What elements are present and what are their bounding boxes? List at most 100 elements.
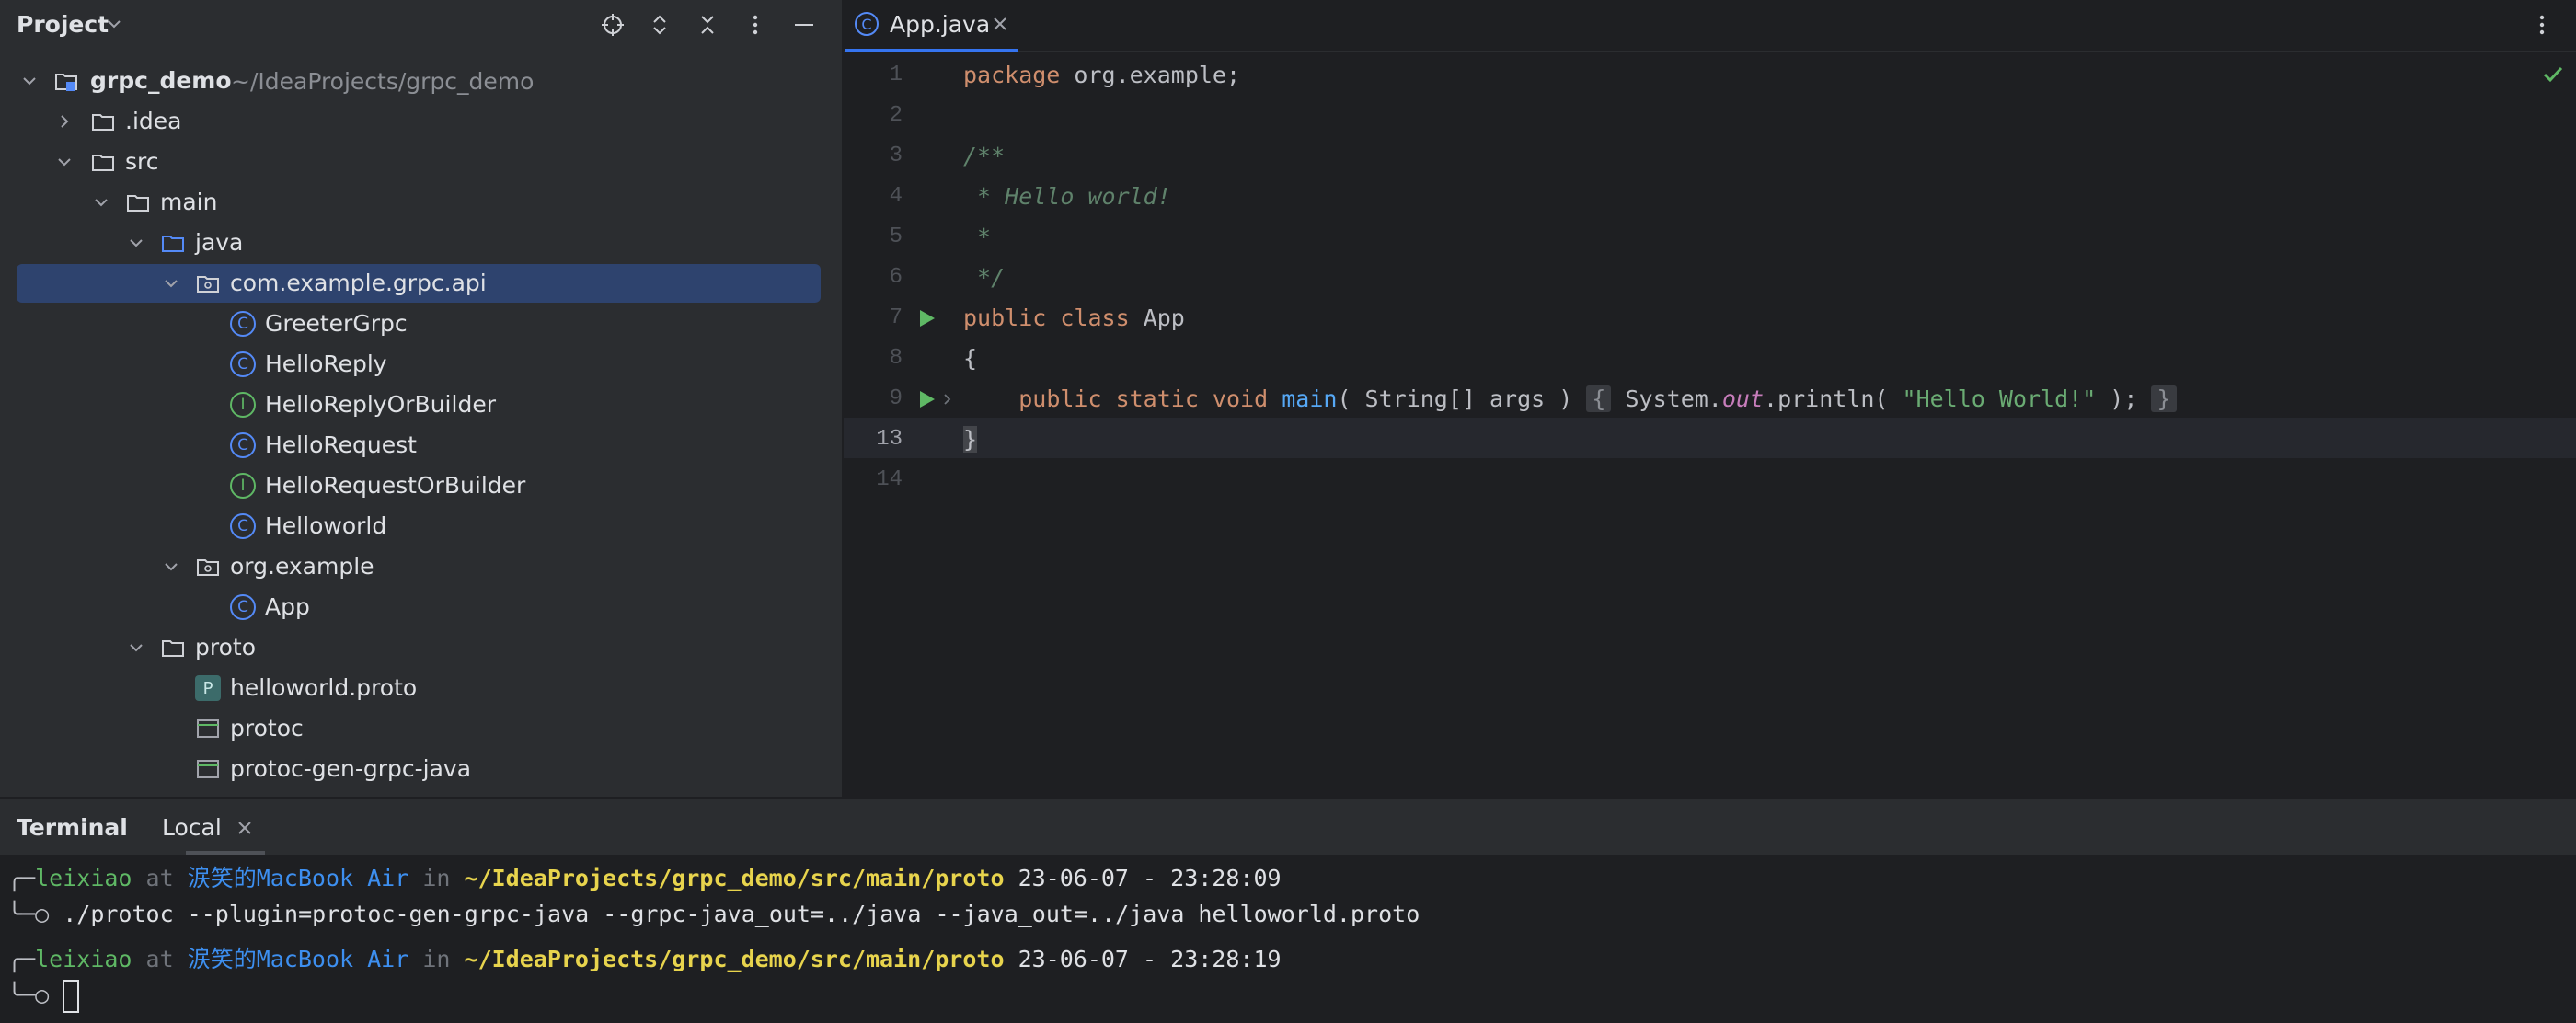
tree-item-label: .idea	[125, 108, 182, 134]
run-icon[interactable]	[915, 307, 937, 329]
editor-options-button[interactable]	[2526, 9, 2558, 40]
terminal-prompt-line: ╭─leixiao at 涙笑的MacBook Air in ~/IdeaPro…	[7, 865, 1282, 891]
tree-item-label: protoc	[230, 715, 304, 741]
tree-item-label: src	[125, 148, 159, 175]
code-line[interactable]: 3 /**	[844, 136, 2576, 177]
tree-item-app[interactable]: C App	[17, 588, 821, 626]
tree-item-main[interactable]: main	[17, 183, 821, 222]
tree-item-java[interactable]: java	[17, 224, 821, 262]
tree-item-label: helloworld.proto	[230, 674, 418, 701]
code-line[interactable]: 6 */	[844, 258, 2576, 298]
chevron-right-icon[interactable]	[53, 110, 75, 132]
tree-item-label: HelloReplyOrBuilder	[265, 391, 496, 418]
more-vertical-icon	[753, 15, 758, 35]
line-number: 1	[889, 63, 903, 87]
tab-app-java[interactable]: C App.java	[844, 0, 1018, 52]
tree-item-idea[interactable]: .idea	[17, 102, 821, 141]
tree-item-helloreply[interactable]: C HelloReply	[17, 345, 821, 384]
tree-item-grpc-demo[interactable]: grpc_demo ~/IdeaProjects/grpc_demo	[17, 62, 821, 100]
code-line[interactable]: 7 public class App	[844, 298, 2576, 339]
code-line[interactable]: 1 package org.example;	[844, 55, 2576, 96]
code-line[interactable]: 5 *	[844, 217, 2576, 258]
chevron-down-icon[interactable]	[103, 13, 125, 35]
code-line[interactable]: 2	[844, 96, 2576, 136]
tree-item-label: GreeterGrpc	[265, 310, 408, 337]
chevron-down-icon[interactable]	[160, 272, 182, 294]
line-number: 13	[876, 427, 903, 452]
code-text: }	[963, 426, 978, 453]
tree-item-helloworld[interactable]: C Helloworld	[17, 507, 821, 546]
options-menu-button[interactable]	[740, 9, 771, 40]
hide-panel-button[interactable]	[788, 9, 820, 40]
tree-item-org-example[interactable]: org.example	[17, 547, 821, 586]
tree-item-protoc[interactable]: protoc	[17, 709, 821, 748]
code-text: * Hello world!	[963, 183, 1171, 210]
tree-item-src[interactable]: src	[17, 143, 821, 181]
line-number: 7	[889, 305, 903, 330]
collapse-all-button[interactable]	[692, 9, 723, 40]
proto-file-icon: P	[195, 675, 221, 701]
code-line[interactable]: 9 public static void main( String[] args…	[844, 379, 2576, 420]
code-text: */	[963, 264, 1006, 291]
class-icon: C	[230, 594, 256, 620]
line-number: 14	[876, 467, 903, 492]
active-tab-indicator	[845, 49, 1018, 52]
tree-item-helloworld-proto[interactable]: P helloworld.proto	[17, 669, 821, 707]
line-number: 9	[889, 386, 903, 411]
class-icon: C	[230, 513, 256, 539]
chevron-down-icon[interactable]	[53, 151, 75, 173]
tree-item-com-example-grpc-api[interactable]: com.example.grpc.api	[17, 264, 821, 303]
tree-item-proto[interactable]: proto	[17, 628, 821, 667]
tree-item-protoc-gen-grpc-java[interactable]: protoc-gen-grpc-java	[17, 750, 821, 788]
terminal-cursor[interactable]	[63, 980, 80, 1013]
tree-item-hellorequest[interactable]: C HelloRequest	[17, 426, 821, 465]
terminal-input-line[interactable]: ╰─○	[7, 980, 80, 1020]
tree-item-hellorequestorbuilder[interactable]: I HelloRequestOrBuilder	[17, 466, 821, 505]
package-icon	[197, 559, 219, 576]
folder-icon	[92, 155, 114, 171]
line-number: 3	[889, 144, 903, 168]
tree-item-label: org.example	[230, 553, 374, 580]
code-editor: C App.java 1 package org.example; 2 3 /*…	[844, 0, 2576, 797]
run-icon[interactable]	[915, 388, 937, 410]
chevron-down-icon[interactable]	[160, 556, 182, 578]
code-line[interactable]: 14	[844, 460, 2576, 500]
fold-expand-icon[interactable]	[939, 391, 956, 408]
code-line[interactable]: 4 * Hello world!	[844, 177, 2576, 217]
class-icon: C	[230, 432, 256, 458]
line-number: 5	[889, 224, 903, 249]
code-text: public class App	[963, 305, 1185, 331]
interface-icon: I	[230, 473, 256, 499]
line-number: 4	[889, 184, 903, 209]
project-title[interactable]: Project	[17, 11, 109, 38]
folder-icon	[127, 195, 149, 212]
chevron-down-icon[interactable]	[125, 232, 147, 254]
terminal-title: Terminal	[17, 814, 128, 841]
terminal-command-line: ╰─○ ./protoc --plugin=protoc-gen-grpc-ja…	[7, 901, 1420, 927]
tree-item-path: ~/IdeaProjects/grpc_demo	[231, 68, 535, 95]
project-header: Project	[0, 0, 842, 50]
tree-item-label: grpc_demo	[90, 67, 232, 94]
code-line[interactable]: 8 {	[844, 339, 2576, 379]
chevron-down-icon[interactable]	[90, 191, 112, 213]
executable-file-icon	[197, 719, 219, 738]
code-text: *	[963, 224, 992, 250]
expand-all-button[interactable]	[644, 9, 675, 40]
expand-all-icon	[653, 15, 666, 35]
line-number: 8	[889, 346, 903, 371]
terminal-tool-window: Terminal Local ╭─leixiao at 涙笑的MacBook A…	[0, 799, 2576, 1023]
tab-local[interactable]: Local	[147, 799, 267, 855]
close-icon[interactable]	[236, 819, 254, 837]
close-icon[interactable]	[991, 15, 1009, 33]
tree-item-helloreplyorbuilder[interactable]: I HelloReplyOrBuilder	[17, 385, 821, 424]
locate-file-button[interactable]	[597, 9, 628, 40]
folded-region: }	[2151, 385, 2177, 412]
tree-item-label: protoc-gen-grpc-java	[230, 755, 472, 782]
code-text: /**	[963, 143, 1006, 169]
chevron-down-icon[interactable]	[125, 637, 147, 659]
chevron-down-icon[interactable]	[18, 70, 40, 92]
tree-item-greetergrpc[interactable]: C GreeterGrpc	[17, 305, 821, 343]
code-line[interactable]: 13 }	[844, 420, 2576, 460]
tree-item-label: java	[195, 229, 244, 256]
class-icon: C	[230, 311, 256, 337]
